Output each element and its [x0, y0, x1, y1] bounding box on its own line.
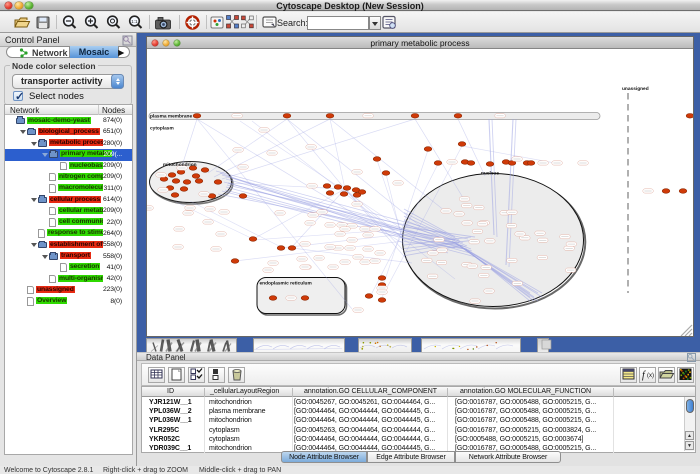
- svg-text:cytoplasm: cytoplasm: [150, 126, 174, 132]
- svg-text:plasma membrane: plasma membrane: [150, 114, 192, 120]
- svg-text:(x): (x): [647, 373, 654, 379]
- svg-text:1:1: 1:1: [131, 19, 138, 24]
- svg-text:endoplasmic reticulum: endoplasmic reticulum: [260, 281, 312, 287]
- svg-text:nucleus: nucleus: [481, 171, 499, 177]
- svg-text:mitochondrion: mitochondrion: [163, 162, 197, 168]
- svg-text:unassigned: unassigned: [622, 86, 649, 92]
- svg-text:f: f: [642, 370, 646, 381]
